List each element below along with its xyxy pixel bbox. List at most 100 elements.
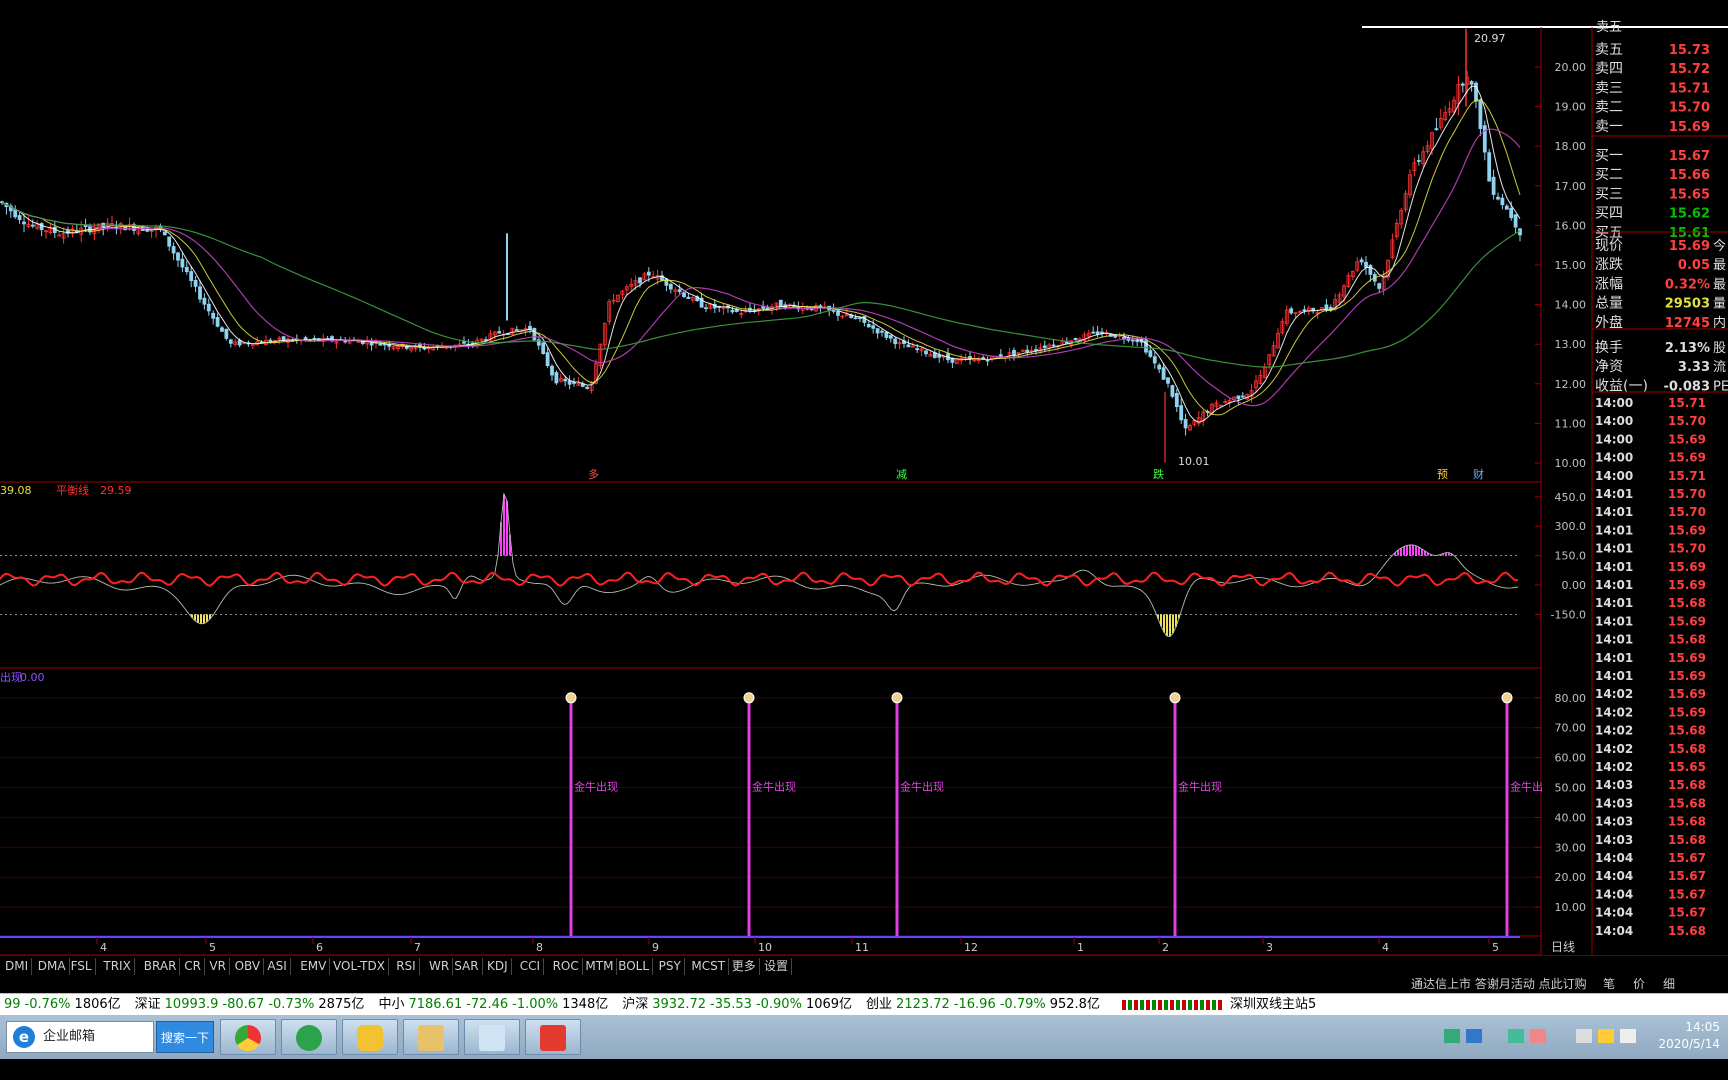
chart-area[interactable]: 20.0019.0018.0017.0016.0015.0014.0013.00… xyxy=(0,0,1728,955)
event-marker: 减 xyxy=(896,468,907,481)
taskbar-app-wechat[interactable] xyxy=(342,1019,398,1055)
quote-value: 3.33 xyxy=(1678,360,1710,375)
detail-button[interactable]: 细 xyxy=(1663,975,1675,993)
indicator-tab[interactable]: EMV xyxy=(297,958,331,975)
tick-price: 15.68 xyxy=(1668,724,1706,738)
price-tick-label: 10.00 xyxy=(1555,457,1587,470)
price-button[interactable]: 价 xyxy=(1633,975,1645,993)
taskbar-app-tdx[interactable] xyxy=(525,1019,581,1055)
candle-body xyxy=(880,330,884,333)
system-clock[interactable]: 14:05 2020/5/14 xyxy=(1658,1019,1720,1053)
indicator-tab[interactable]: PSY xyxy=(656,958,685,975)
indicator-tab[interactable]: VOL-TDX xyxy=(330,958,389,975)
taskbar-search-box[interactable]: e 企业邮箱 xyxy=(6,1021,154,1053)
indicator-tab[interactable]: WR xyxy=(426,958,454,975)
candle-body xyxy=(211,312,216,319)
indicator-tab[interactable]: 更多 xyxy=(729,958,760,975)
signal-label: 金牛出现 xyxy=(752,779,796,793)
candle-body xyxy=(167,236,172,247)
taskbar-app-explorer[interactable] xyxy=(403,1019,459,1055)
candle-body xyxy=(497,331,502,334)
indicator-tab[interactable]: FSL xyxy=(68,958,96,975)
candle-body xyxy=(532,327,537,341)
server-status[interactable]: 深圳双线主站5 xyxy=(1230,997,1316,1012)
indicator-tab[interactable]: 设置 xyxy=(761,958,793,975)
tick-time: 14:03 xyxy=(1595,815,1633,829)
quote-value: 2.13% xyxy=(1665,341,1710,356)
volume-icon[interactable] xyxy=(1620,1029,1636,1043)
x-tick-label: 6 xyxy=(316,941,323,954)
candle-body xyxy=(1478,99,1483,129)
x-tick-label: 1 xyxy=(1077,941,1084,954)
indicator-tab[interactable]: MCST xyxy=(688,958,730,975)
monitor-icon[interactable] xyxy=(1576,1029,1592,1043)
tick-time: 14:02 xyxy=(1595,760,1633,774)
indicator1-balance-label: 平衡线 xyxy=(56,483,89,497)
x-tick-label: 4 xyxy=(1382,941,1389,954)
indicator-tab[interactable]: SAR xyxy=(451,958,483,975)
indicator-tab[interactable]: DMI xyxy=(2,958,33,975)
candle-body xyxy=(1500,197,1505,206)
tray-app-icon[interactable] xyxy=(1530,1029,1546,1043)
indicator-tab[interactable]: RSI xyxy=(393,958,420,975)
ticker-item: 中小 7186.61 -72.46 -1.00% 1348亿 xyxy=(378,997,612,1012)
candle-body xyxy=(646,271,651,276)
indicator-tab[interactable]: ROC xyxy=(550,958,583,975)
candle-body xyxy=(303,337,308,341)
candle-body xyxy=(1148,350,1153,357)
tick-time: 14:02 xyxy=(1595,687,1633,701)
indicator-tab[interactable]: BOLL xyxy=(615,958,654,975)
indicator-tab[interactable]: MTM xyxy=(582,958,618,975)
indicator-tab[interactable]: BRAR xyxy=(141,958,181,975)
ticker-item: 沪深 3932.72 -35.53 -0.90% 1069亿 xyxy=(622,997,856,1012)
candle-body xyxy=(1482,125,1487,153)
bi-button[interactable]: 笔 xyxy=(1603,975,1615,993)
search-go-button[interactable]: 搜索一下 xyxy=(156,1021,214,1053)
tick-price: 15.69 xyxy=(1668,578,1706,592)
tick-time: 14:00 xyxy=(1595,396,1633,410)
network-icon[interactable] xyxy=(1444,1029,1460,1043)
chat-icon[interactable] xyxy=(1508,1029,1524,1043)
orderbook-price: 15.69 xyxy=(1669,120,1710,135)
quote-label: 现价 xyxy=(1595,238,1623,254)
indicator-tab[interactable]: CCI xyxy=(517,958,545,975)
ind2-tick-label: 20.00 xyxy=(1555,871,1587,884)
tick-price: 15.69 xyxy=(1668,651,1706,665)
taskbar-app-ie[interactable] xyxy=(281,1019,337,1055)
promo-link[interactable]: 通达信上市 答谢月活动 点此订购 xyxy=(1411,975,1587,993)
search-box-label: 企业邮箱 xyxy=(43,1029,96,1044)
ime-icon[interactable] xyxy=(1598,1029,1614,1043)
candle-body xyxy=(866,323,871,328)
ticker-name: 创业 xyxy=(866,997,893,1012)
candle-body xyxy=(906,344,911,348)
indicator-tab[interactable]: KDJ xyxy=(484,958,512,975)
candle-body xyxy=(1324,304,1329,311)
indicator-tab[interactable]: OBV xyxy=(232,958,265,975)
tick-price: 15.69 xyxy=(1668,523,1706,537)
ticker-value: 7186.61 xyxy=(408,997,463,1012)
candle-body xyxy=(1170,385,1175,397)
ie-icon: e xyxy=(13,1026,35,1048)
indicator-tab[interactable]: VR xyxy=(206,958,230,975)
tick-price: 15.69 xyxy=(1668,451,1706,465)
x-tick-label: 3 xyxy=(1266,941,1273,954)
indicator-tab[interactable]: ASI xyxy=(264,958,291,975)
indicator-tab[interactable]: TRIX xyxy=(100,958,135,975)
indicator-tab[interactable]: DMA xyxy=(35,958,70,975)
tick-time: 14:04 xyxy=(1595,906,1633,920)
candle-body xyxy=(378,343,383,346)
taskbar-app-chrome[interactable] xyxy=(220,1019,276,1055)
orderbook-price: 15.70 xyxy=(1669,101,1710,116)
event-marker: 预 xyxy=(1437,468,1448,481)
candle-body xyxy=(550,365,554,376)
tick-time: 14:01 xyxy=(1595,596,1633,610)
tick-price: 15.69 xyxy=(1668,669,1706,683)
candle-body xyxy=(1474,82,1478,102)
taskbar-app-notes[interactable] xyxy=(464,1019,520,1055)
indicator-tab[interactable]: CR xyxy=(181,958,205,975)
candle-body xyxy=(1012,349,1016,356)
candle-body xyxy=(1064,341,1069,344)
ticker-amount: 1348亿 xyxy=(562,997,609,1012)
ticker-chg: -0.76% xyxy=(24,997,71,1012)
security-icon[interactable] xyxy=(1466,1029,1482,1043)
